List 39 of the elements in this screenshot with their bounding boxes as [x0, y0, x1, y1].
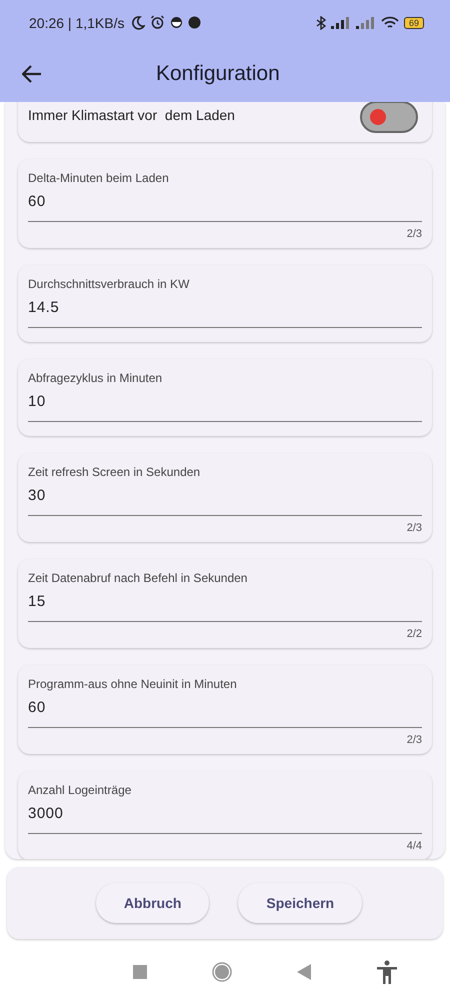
signal-icon	[330, 16, 351, 28]
character-counter: 2/3	[406, 522, 422, 534]
field-label: Programm-aus ohne Neuinit in Minuten	[28, 677, 238, 691]
input-field[interactable]: 15	[28, 591, 422, 622]
character-counter: 2/2	[406, 628, 422, 640]
accessibility-icon[interactable]	[376, 960, 398, 984]
field-label: Anzahl Logeinträge	[28, 783, 132, 797]
home-icon[interactable]	[212, 962, 232, 982]
field-label: Zeit refresh Screen in Sekunden	[28, 465, 202, 479]
alarm-icon	[150, 15, 166, 30]
character-counter: 2/3	[406, 228, 422, 240]
character-counter: 4/4	[406, 840, 422, 852]
battery-indicator: 69	[404, 16, 424, 28]
field-label: Durchschnittsverbrauch in KW	[28, 277, 190, 291]
input-field[interactable]: 10	[28, 391, 422, 422]
cancel-button[interactable]: Abbruch	[96, 883, 210, 923]
bluetooth-icon	[316, 16, 326, 30]
app-icon	[170, 16, 184, 29]
signal-icon	[356, 16, 376, 28]
input-field[interactable]: 60	[28, 697, 422, 728]
input-field[interactable]: 14.5	[28, 297, 422, 328]
save-button[interactable]: Speichern	[238, 883, 362, 923]
page-title: Konfiguration	[156, 62, 280, 86]
field-label: Delta-Minuten beim Laden	[28, 171, 170, 185]
setting-label: Immer Klimastart vor dem Laden	[28, 107, 235, 123]
wifi-icon	[380, 16, 399, 30]
input-field[interactable]: 60	[28, 191, 422, 222]
moon-icon	[131, 16, 146, 30]
recents-icon[interactable]	[132, 965, 146, 979]
back-arrow-icon	[22, 64, 42, 82]
input-field[interactable]: 3000	[28, 803, 422, 834]
back-icon[interactable]	[296, 964, 310, 980]
status-time: 20:26 | 1,1KB/s	[29, 14, 124, 30]
toggle-switch[interactable]	[360, 102, 418, 133]
dot-icon	[188, 16, 202, 29]
field-label: Abfragezyklus in Minuten	[28, 371, 164, 385]
field-label: Zeit Datenabruf nach Befehl in Sekunden	[28, 571, 248, 585]
input-field[interactable]: 30	[28, 485, 422, 516]
character-counter: 2/3	[406, 734, 422, 746]
